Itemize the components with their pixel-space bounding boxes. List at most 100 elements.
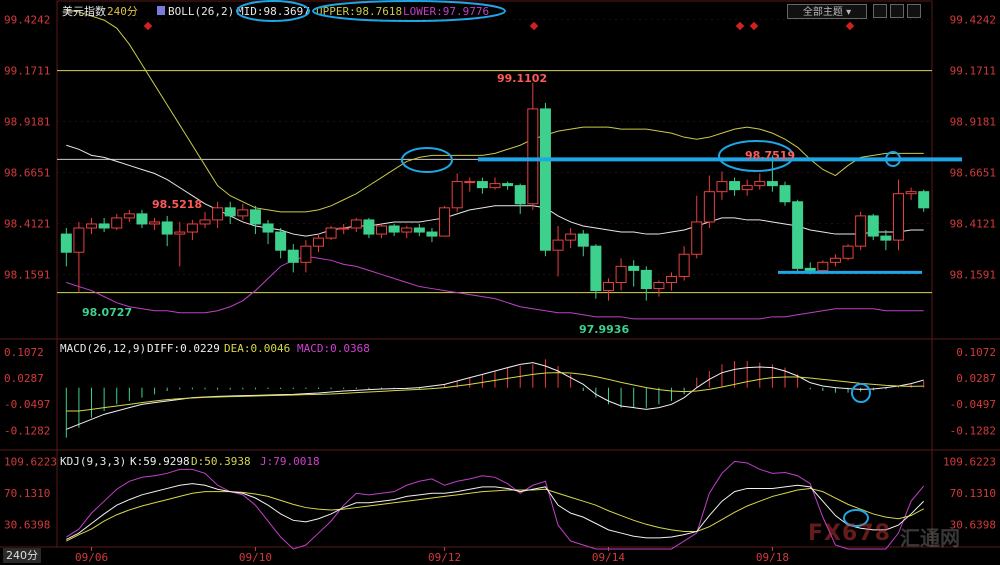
label-high-2: 99.1102 [497, 72, 547, 85]
candle [577, 230, 589, 257]
candle-body-up [716, 181, 728, 193]
label-low-1: 98.0727 [82, 306, 132, 319]
candle [186, 219, 198, 241]
candle [350, 217, 362, 233]
candle [86, 217, 98, 235]
kdj-tick-right: 70.1310 [950, 487, 996, 500]
candle [703, 175, 715, 229]
macd-tick-right: 0.1072 [956, 346, 996, 359]
boll-mid-value: MID:98.3697 [237, 5, 310, 18]
time-tick-label: 09/12 [428, 551, 461, 564]
time-tick-label: 09/06 [75, 551, 108, 564]
label-low-2: 97.9936 [579, 323, 629, 336]
candle-body-down [539, 108, 551, 251]
candle-body-down [804, 267, 816, 271]
candle-body-up [565, 233, 577, 241]
topic-select-value: 全部主题 [802, 7, 843, 18]
candle-body-up [615, 265, 627, 284]
candle [123, 209, 135, 222]
candle-body-up [691, 221, 703, 255]
candle-body-up [186, 223, 198, 233]
candle-body-down [413, 227, 425, 233]
kdj-tick-right: 109.6223 [943, 456, 996, 469]
candle [161, 215, 173, 247]
macd-tick-right: -0.0497 [950, 398, 996, 411]
candle-body-down [577, 233, 589, 247]
kdj-j-line [66, 460, 925, 550]
candle-body-down [792, 201, 804, 269]
price-tick-left: 98.9181 [4, 115, 50, 128]
candle-body-down [867, 215, 879, 237]
candle [855, 211, 867, 251]
candle [439, 205, 451, 237]
candle [691, 195, 703, 259]
candle [149, 217, 161, 231]
candle [60, 228, 72, 267]
candle [918, 189, 930, 212]
candle-body-up [401, 227, 413, 233]
toolbar-button-3[interactable] [907, 4, 921, 18]
topic-select[interactable]: 全部主题 ▾ [787, 4, 867, 19]
candle-body-up [678, 253, 690, 277]
candle-body-down [426, 231, 438, 237]
chevron-down-icon: ▾ [842, 7, 852, 18]
candle-body-up [439, 207, 451, 237]
kdj-tick-left: 109.6223 [4, 456, 57, 469]
candle-body-down [287, 249, 299, 263]
candle [451, 173, 463, 212]
candle-body-down [729, 181, 741, 191]
candle-body-up [741, 185, 753, 191]
stock-chart: 99.4242 99.4242 99.1711 99.1711 98.9181 98.91… [0, 0, 1000, 565]
candle [275, 228, 287, 259]
price-tick-right: 99.4242 [950, 13, 996, 26]
boll-label: BOLL(26,2) [168, 5, 234, 18]
candle [212, 201, 224, 229]
candle [892, 179, 904, 251]
candle-body-down [766, 181, 778, 187]
candle [363, 217, 375, 239]
candle [602, 278, 614, 301]
candle-body-up [892, 193, 904, 241]
candle-body-up [312, 237, 324, 247]
macd-diff-value: DIFF:0.0229 [147, 342, 220, 355]
boll-lower-value: LOWER:97.9776 [403, 5, 489, 18]
candle-body-up [212, 207, 224, 221]
candle-body-up [489, 183, 501, 189]
price-tick-right: 98.9181 [950, 115, 996, 128]
candle [224, 201, 236, 224]
candle-body-down [388, 225, 400, 233]
candle-body-up [237, 209, 249, 217]
watermark-brand: FX678 [808, 521, 891, 546]
price-tick-right: 98.4121 [950, 218, 996, 231]
candle [300, 240, 312, 273]
candle-body-up [817, 261, 829, 271]
candle [792, 199, 804, 273]
macd-tick-left: -0.1282 [4, 424, 50, 437]
candle-body-down [363, 219, 375, 235]
candle [262, 219, 274, 245]
candle [539, 102, 551, 257]
candle [653, 280, 665, 297]
candle-body-up [842, 245, 854, 259]
candle [73, 221, 85, 293]
event-marker [529, 21, 539, 31]
candle-body-down [779, 185, 791, 203]
candle [489, 177, 501, 190]
macd-dea-value: DEA:0.0046 [224, 342, 290, 355]
candle-body-up [73, 227, 85, 253]
time-tick-label: 09/10 [239, 551, 272, 564]
candle [476, 177, 488, 194]
price-tick-right: 98.1591 [950, 269, 996, 282]
toolbar-button-1[interactable] [873, 4, 887, 18]
candle-body-up [451, 181, 463, 209]
candle [312, 234, 324, 253]
candle-body-up [325, 227, 337, 239]
candle-body-down [628, 265, 640, 271]
candle [502, 181, 514, 190]
toolbar-button-2[interactable] [890, 4, 904, 18]
kdj-k-line [66, 483, 925, 540]
candle-body-up [527, 108, 539, 205]
candle-body-up [653, 282, 665, 290]
candle-body-up [199, 219, 211, 225]
period-switch[interactable]: 240分 [3, 548, 41, 563]
